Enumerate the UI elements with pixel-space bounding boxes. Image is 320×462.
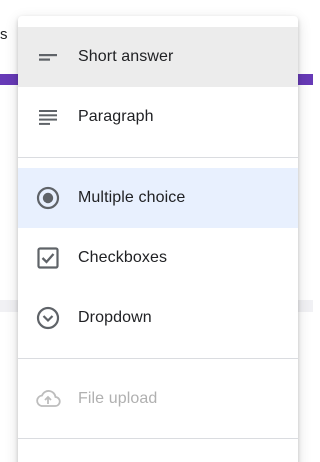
dropdown-circle-icon <box>35 305 61 331</box>
menu-divider <box>18 157 298 158</box>
menu-item-multiple-choice[interactable]: Multiple choice <box>18 168 298 228</box>
menu-item-label: Checkboxes <box>78 249 168 266</box>
menu-item-label: Dropdown <box>78 309 152 326</box>
background-text-fragment: s <box>0 26 8 43</box>
menu-item-dropdown[interactable]: Dropdown <box>18 288 298 348</box>
menu-item-label: File upload <box>78 390 158 407</box>
radio-button-icon <box>35 185 61 211</box>
page: s set Short answer <box>0 0 313 462</box>
menu-divider <box>18 358 298 359</box>
menu-divider <box>18 438 298 439</box>
menu-item-label: Short answer <box>78 48 174 65</box>
cloud-upload-icon <box>35 386 61 412</box>
menu-item-label: Paragraph <box>78 108 154 125</box>
paragraph-icon <box>35 104 61 130</box>
menu-item-checkboxes[interactable]: Checkboxes <box>18 228 298 288</box>
short-answer-icon <box>35 44 61 70</box>
checkbox-icon <box>35 245 61 271</box>
menu-item-file-upload: File upload <box>18 369 298 429</box>
menu-item-label: Multiple choice <box>78 189 186 206</box>
menu-item-paragraph[interactable]: Paragraph <box>18 87 298 147</box>
question-type-menu: Short answer Paragraph Multiple choice C… <box>18 16 298 462</box>
menu-item-short-answer[interactable]: Short answer <box>18 27 298 87</box>
